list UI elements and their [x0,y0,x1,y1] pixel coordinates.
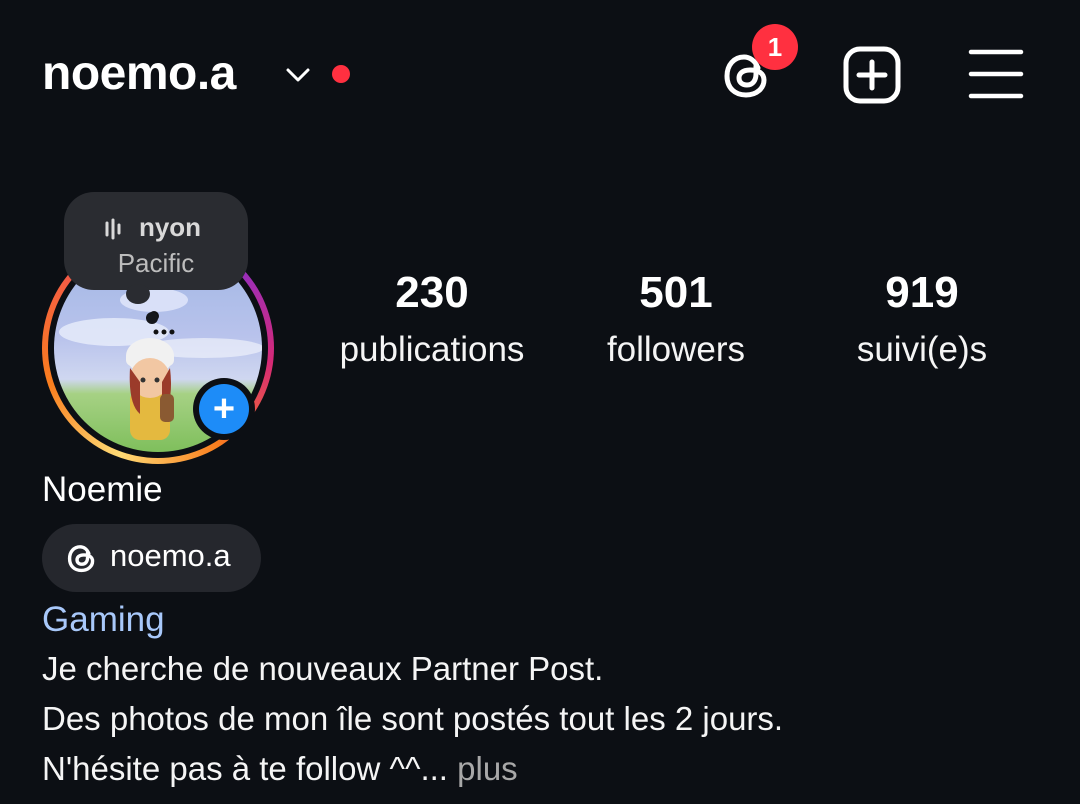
followers-label[interactable]: followers [560,330,792,370]
plus-icon[interactable]: + [199,384,249,434]
note-bubble-tail-dot [146,312,158,324]
note-text-line1: nyon [138,212,202,242]
publications-label[interactable]: publications [310,330,554,370]
bio-line-text: N'hésite pas à te follow ^^ [42,750,421,787]
chevron-down-icon[interactable] [284,60,312,88]
followers-count[interactable]: 501 [560,268,792,318]
display-name: Noemie [42,470,163,509]
hamburger-menu-icon [968,49,1024,99]
add-square-icon [843,46,901,104]
publications-count[interactable]: 230 [310,268,554,318]
bio-line: Je cherche de nouveaux Partner Post. [42,650,604,687]
threads-badge: 1 [752,24,798,70]
notification-dot [332,65,350,83]
profile-category[interactable]: Gaming [42,600,165,640]
following-count[interactable]: 919 [800,268,1044,318]
note-text: nyon [64,212,248,243]
threads-handle[interactable]: noemo.a [110,538,231,574]
profile-username[interactable]: noemo.a [42,44,236,104]
create-button[interactable] [842,45,902,105]
threads-icon [64,540,100,576]
bio-more-link[interactable]: plus [448,750,518,787]
bio-line: Des photos de mon île sont postés tout l… [42,700,784,737]
note-bubble-tail [126,284,150,304]
note-text-line2: Pacific [117,248,195,278]
bio-line: N'hésite pas à te follow ^^... plus [42,750,518,788]
bio-ellipsis: ... [420,750,448,787]
following-label[interactable]: suivi(e)s [800,330,1044,370]
menu-button[interactable] [968,48,1024,100]
